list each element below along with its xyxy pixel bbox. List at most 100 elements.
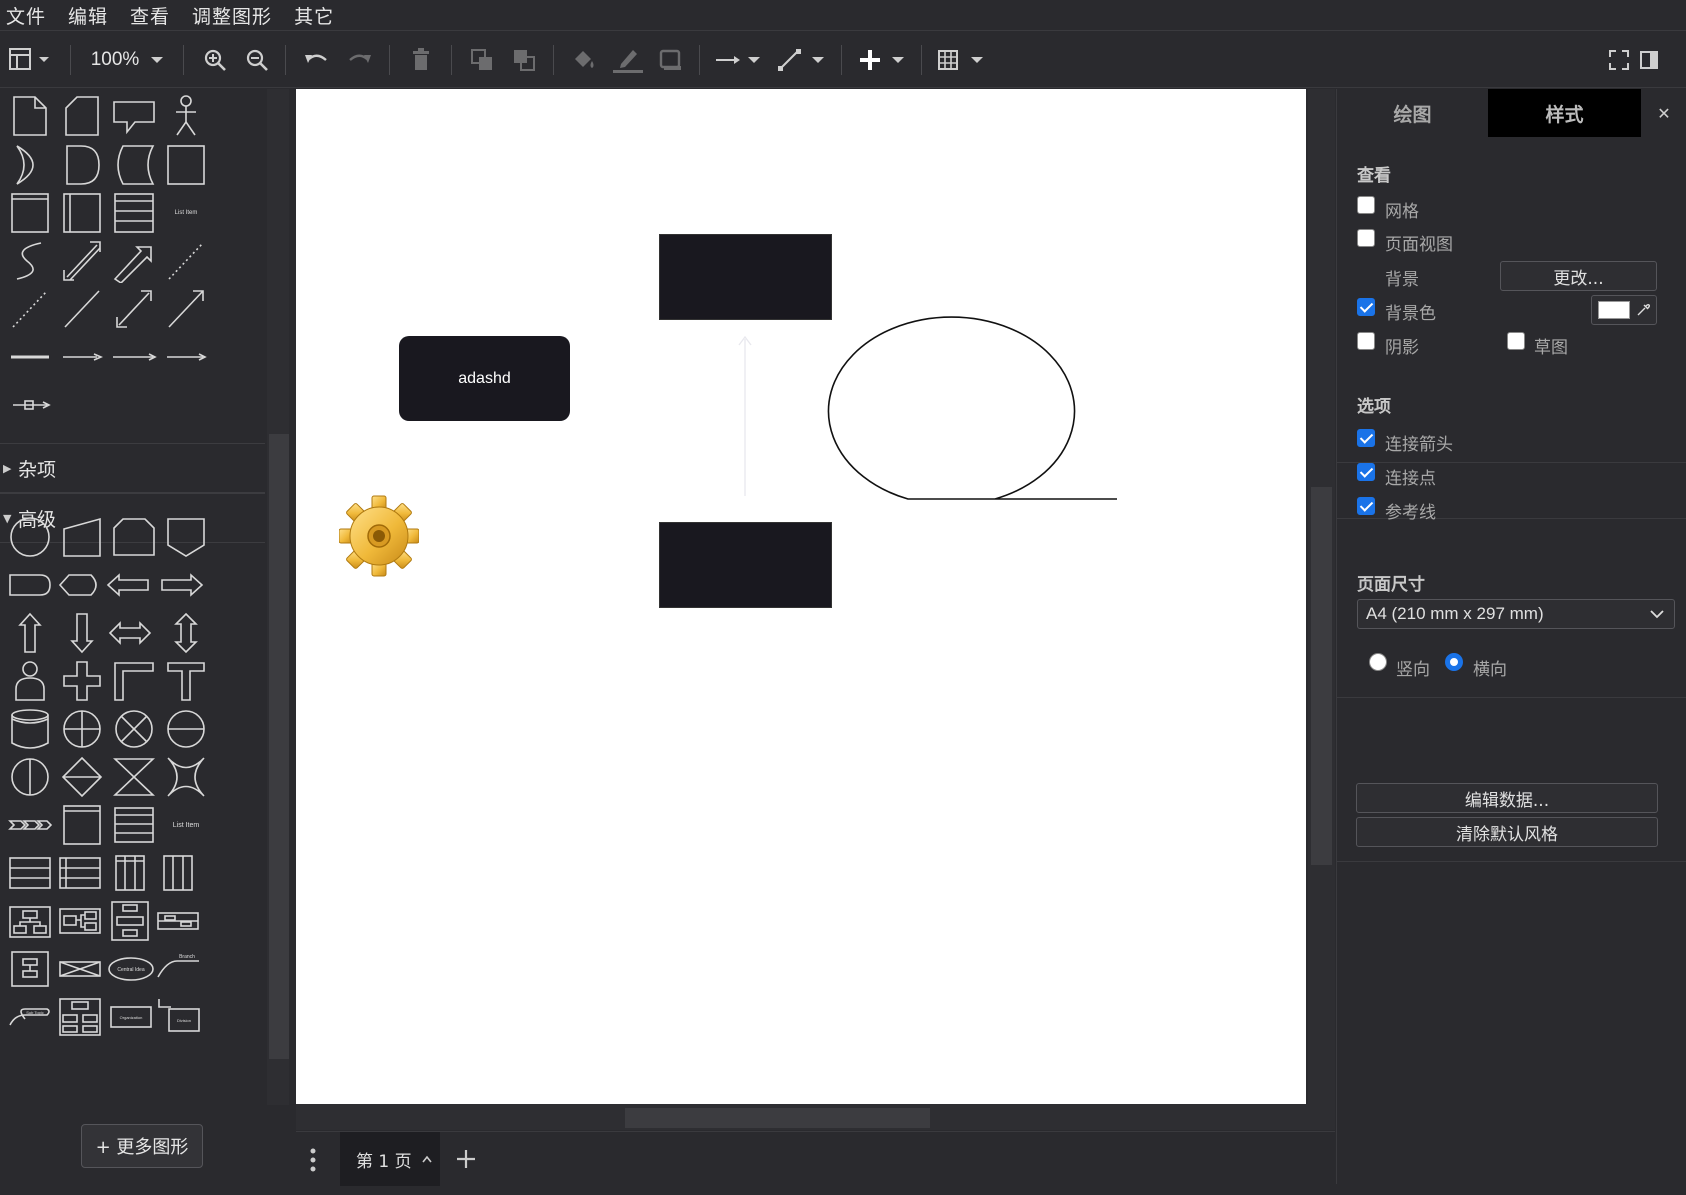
shape-corner[interactable] bbox=[110, 657, 158, 705]
shape-cross[interactable] bbox=[58, 657, 106, 705]
shape-line-circle[interactable] bbox=[162, 705, 210, 753]
shape-dashed-line[interactable] bbox=[6, 285, 54, 333]
connection-style-button[interactable] bbox=[714, 43, 762, 77]
shape-tree-h[interactable] bbox=[56, 897, 104, 945]
shape-list-item[interactable]: List Item bbox=[158, 189, 214, 237]
zoom-out-button[interactable] bbox=[242, 43, 272, 77]
shape-central-idea[interactable]: Central Idea bbox=[104, 945, 158, 993]
menu-view[interactable]: 查看 bbox=[130, 2, 170, 29]
shape-step-chain[interactable] bbox=[6, 801, 54, 849]
canvas-vscroll-thumb[interactable] bbox=[1311, 487, 1332, 865]
shape-collate[interactable] bbox=[110, 753, 158, 801]
menu-arrange[interactable]: 调整图形 bbox=[192, 2, 272, 29]
fullscreen-button[interactable] bbox=[1604, 43, 1634, 77]
shape-tee[interactable] bbox=[162, 657, 210, 705]
shape-dotted-line[interactable] bbox=[162, 237, 210, 285]
shape-org-chart[interactable] bbox=[56, 993, 104, 1041]
shape-line[interactable] bbox=[58, 285, 106, 333]
landscape-radio[interactable] bbox=[1445, 653, 1463, 671]
shape-left-arrow[interactable] bbox=[104, 561, 152, 609]
shape-container-2[interactable] bbox=[58, 801, 106, 849]
menu-extras[interactable]: 其它 bbox=[294, 2, 334, 29]
shape-arrow[interactable] bbox=[110, 237, 158, 285]
shape-display[interactable] bbox=[56, 561, 104, 609]
shadow-checkbox[interactable] bbox=[1357, 332, 1375, 350]
shape-tree-v[interactable] bbox=[106, 897, 154, 945]
shape-bidirectional-arrow[interactable] bbox=[58, 237, 106, 285]
menu-edit[interactable]: 编辑 bbox=[68, 2, 108, 29]
section-misc[interactable]: ▶ 杂项 bbox=[0, 443, 265, 493]
shape-list-item-2[interactable]: List Item bbox=[158, 801, 214, 849]
connection-arrows-checkbox[interactable] bbox=[1357, 429, 1375, 447]
delete-button[interactable] bbox=[405, 43, 437, 77]
shape-manual-input[interactable] bbox=[58, 513, 106, 561]
shape-swimlane-h2[interactable] bbox=[56, 849, 104, 897]
shape-circle[interactable] bbox=[6, 513, 54, 561]
add-page-button[interactable] bbox=[455, 1148, 477, 1175]
shape-loop-limit[interactable] bbox=[110, 513, 158, 561]
shape-arrow-line[interactable] bbox=[162, 285, 210, 333]
undo-button[interactable] bbox=[300, 43, 332, 77]
table-button[interactable] bbox=[936, 43, 986, 77]
shape-terminator[interactable] bbox=[6, 561, 54, 609]
shape-or[interactable] bbox=[6, 141, 54, 189]
shape-left-right-arrow[interactable] bbox=[106, 609, 154, 657]
shape-callout[interactable] bbox=[110, 92, 158, 140]
shape-off-page[interactable] bbox=[162, 513, 210, 561]
bg-color-checkbox[interactable] bbox=[1357, 298, 1375, 316]
sidebar-scrollbar[interactable] bbox=[267, 89, 289, 1105]
shape-switch[interactable] bbox=[162, 753, 210, 801]
canvas-vertical-scrollbar[interactable] bbox=[1308, 89, 1335, 1105]
portrait-radio[interactable] bbox=[1369, 653, 1387, 671]
shape-crossbox[interactable] bbox=[56, 945, 104, 993]
shape-data-storage[interactable] bbox=[110, 141, 158, 189]
shape-tree-flat[interactable] bbox=[154, 897, 202, 945]
grid-checkbox[interactable] bbox=[1357, 196, 1375, 214]
layout-menu-button[interactable] bbox=[4, 43, 54, 77]
shape-curve[interactable] bbox=[6, 237, 54, 285]
to-front-button[interactable] bbox=[466, 43, 498, 77]
more-shapes-button[interactable]: + 更多图形 bbox=[81, 1124, 203, 1168]
pages-menu-button[interactable] bbox=[308, 1147, 318, 1178]
insert-button[interactable] bbox=[857, 43, 907, 77]
shape-container[interactable] bbox=[6, 189, 54, 237]
shape-dash-arrow[interactable] bbox=[58, 333, 106, 381]
redo-button[interactable] bbox=[344, 43, 376, 77]
shape-labeled-arrow[interactable] bbox=[110, 333, 158, 381]
change-background-button[interactable]: 更改... bbox=[1500, 261, 1657, 291]
sketch-checkbox[interactable] bbox=[1507, 332, 1525, 350]
format-panel-toggle[interactable] bbox=[1634, 43, 1664, 77]
tab-diagram[interactable]: 绘图 bbox=[1337, 89, 1488, 137]
shape-sort[interactable] bbox=[58, 753, 106, 801]
menu-file[interactable]: 文件 bbox=[6, 2, 46, 29]
gear-image[interactable] bbox=[339, 491, 419, 581]
shape-swimlane-v[interactable] bbox=[106, 849, 154, 897]
shape-card[interactable] bbox=[58, 92, 106, 140]
to-back-button[interactable] bbox=[508, 43, 540, 77]
shape-sub-topic[interactable]: Sub Topic bbox=[6, 993, 54, 1041]
shape-double-arrow-line[interactable] bbox=[110, 285, 158, 333]
shape-down-arrow[interactable] bbox=[58, 609, 106, 657]
connection-points-checkbox[interactable] bbox=[1357, 463, 1375, 481]
clear-default-style-button[interactable]: 清除默认风格 bbox=[1356, 817, 1658, 847]
zoom-in-button[interactable] bbox=[200, 43, 230, 77]
shape-organization[interactable]: Organization bbox=[104, 993, 158, 1041]
shape-note[interactable] bbox=[6, 92, 54, 140]
canvas-hscroll-thumb[interactable] bbox=[625, 1108, 930, 1128]
shape-vertical-line-circle[interactable] bbox=[6, 753, 54, 801]
sidebar-scroll-thumb[interactable] bbox=[269, 434, 289, 1059]
shape-sum-junction[interactable] bbox=[110, 705, 158, 753]
page-view-checkbox[interactable] bbox=[1357, 229, 1375, 247]
page-size-select[interactable]: A4 (210 mm x 297 mm) bbox=[1357, 599, 1675, 629]
shape-cylinder[interactable] bbox=[6, 705, 54, 753]
close-icon[interactable]: ✕ bbox=[1641, 89, 1686, 137]
zoom-select[interactable]: 100% bbox=[84, 43, 170, 77]
shape-or-circle[interactable] bbox=[58, 705, 106, 753]
shape-division[interactable]: Division bbox=[154, 993, 202, 1041]
shape-user[interactable] bbox=[6, 657, 54, 705]
shape-up-down-arrow[interactable] bbox=[162, 609, 210, 657]
diagram-ellipse[interactable] bbox=[827, 316, 1117, 500]
shape-right-arrow[interactable] bbox=[158, 561, 206, 609]
waypoints-button[interactable] bbox=[776, 43, 826, 77]
shape-list-2[interactable] bbox=[110, 801, 158, 849]
